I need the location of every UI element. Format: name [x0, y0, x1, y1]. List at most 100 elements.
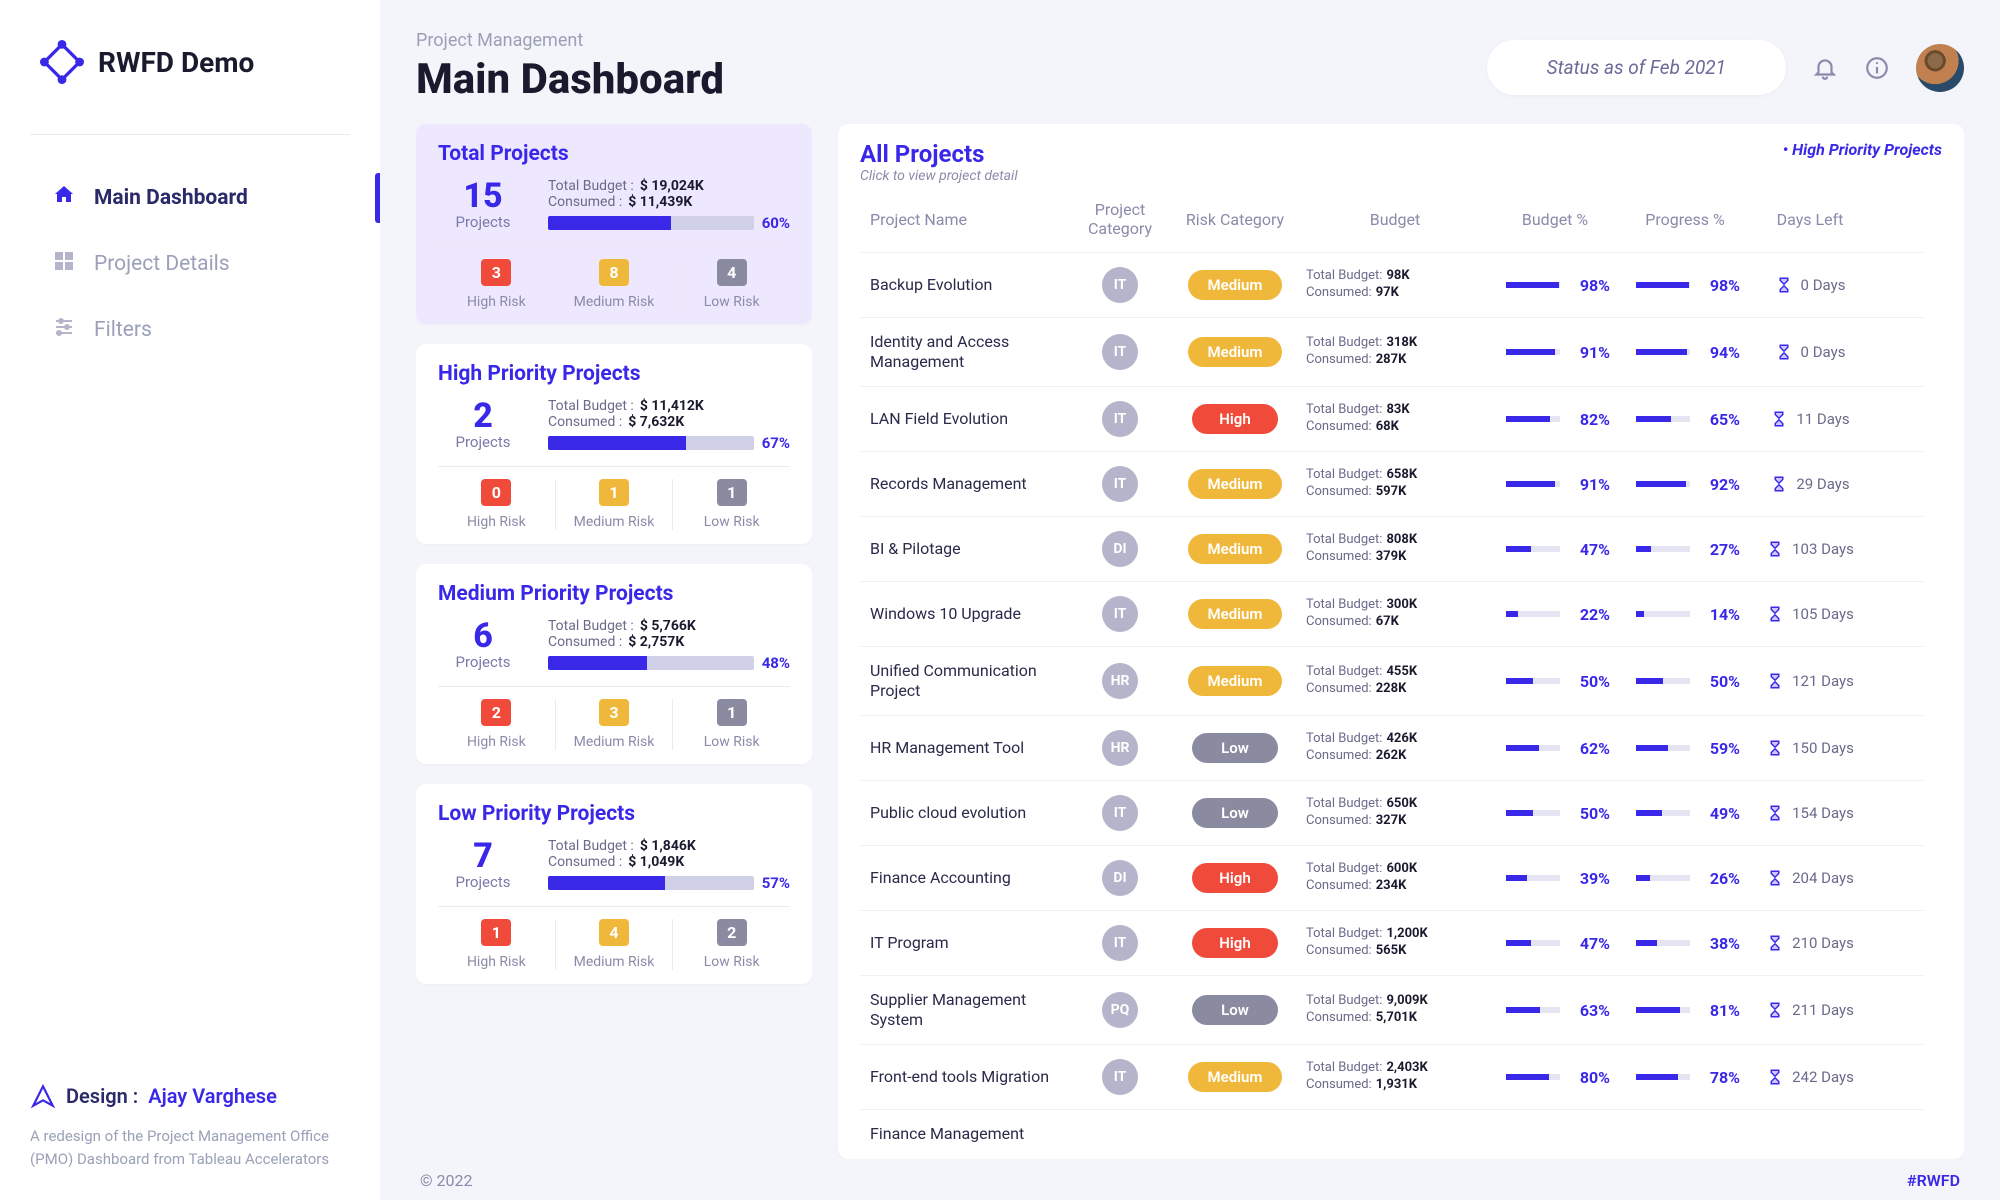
table-row[interactable]: Finance AccountingDIHighTotal Budget:600…: [860, 845, 1924, 910]
risk-cell: Medium: [1170, 1062, 1300, 1092]
risk-cell: Medium: [1170, 599, 1300, 629]
category-pill: PQ: [1102, 992, 1138, 1028]
column-header[interactable]: Project Name: [860, 210, 1070, 229]
category-pill: IT: [1102, 596, 1138, 632]
risk-label: High Risk: [438, 514, 555, 530]
table-row[interactable]: Records ManagementITMediumTotal Budget:6…: [860, 451, 1924, 516]
summary-card-1[interactable]: High Priority Projects2ProjectsTotal Bud…: [416, 344, 812, 544]
footer: © 2022 #RWFD: [416, 1159, 1964, 1190]
category-cell: IT: [1070, 401, 1170, 437]
hourglass-icon: [1766, 605, 1784, 623]
status-pill[interactable]: Status as of Feb 2021: [1487, 40, 1786, 95]
table-row[interactable]: BI & PilotageDIMediumTotal Budget:808KCo…: [860, 516, 1924, 581]
budget-block: Total Budget :$ 1,846KConsumed :$ 1,049K…: [548, 838, 790, 892]
risk-cell: Medium: [1170, 337, 1300, 367]
risk-cell: Low: [1170, 798, 1300, 828]
days-cell: 11 Days: [1750, 410, 1870, 428]
budget-cell: Total Budget:2,403KConsumed:1,931K: [1300, 1060, 1490, 1094]
risk-badge: 3: [599, 699, 629, 726]
risk-badge: 0: [481, 479, 511, 506]
pct-cell: 92%: [1620, 475, 1750, 494]
hourglass-icon: [1766, 739, 1784, 757]
logo-text: RWFD Demo: [98, 46, 254, 79]
copyright: © 2022: [420, 1171, 473, 1190]
table-row[interactable]: Finance Management: [860, 1109, 1924, 1158]
hourglass-icon: [1766, 869, 1784, 887]
designer-name: Ajay Varghese: [148, 1081, 277, 1111]
summary-column: Total Projects15ProjectsTotal Budget :$ …: [416, 124, 812, 1159]
table-row[interactable]: Windows 10 UpgradeITMediumTotal Budget:3…: [860, 581, 1924, 646]
high-priority-link[interactable]: High Priority Projects: [1783, 140, 1942, 159]
pct-cell: 81%: [1620, 1001, 1750, 1020]
sidebar-item-filters[interactable]: Filters: [30, 297, 350, 363]
risk-label: Low Risk: [673, 514, 790, 530]
summary-card-0[interactable]: Total Projects15ProjectsTotal Budget :$ …: [416, 124, 812, 324]
logo[interactable]: RWFD Demo: [30, 40, 350, 84]
hourglass-icon: [1766, 672, 1784, 690]
breadcrumb: Project Management: [416, 30, 724, 51]
table-row[interactable]: Public cloud evolutionITLowTotal Budget:…: [860, 780, 1924, 845]
table-columns: Project NameProject CategoryRisk Categor…: [860, 194, 1942, 252]
sidebar-footer: Design : Ajay Varghese A redesign of the…: [30, 1081, 350, 1170]
risk-label: High Risk: [438, 294, 555, 310]
table-row[interactable]: HR Management ToolHRLowTotal Budget:426K…: [860, 715, 1924, 780]
risk-pill: Medium: [1188, 666, 1283, 696]
table-row[interactable]: Supplier Management SystemPQLowTotal Bud…: [860, 975, 1924, 1044]
column-header[interactable]: Budget %: [1490, 210, 1620, 229]
pct-cell: 49%: [1620, 804, 1750, 823]
table-row[interactable]: Backup EvolutionITMediumTotal Budget:98K…: [860, 252, 1924, 317]
info-icon[interactable]: [1864, 55, 1890, 81]
hourglass-icon: [1766, 804, 1784, 822]
category-cell: IT: [1070, 334, 1170, 370]
card-body: 6ProjectsTotal Budget :$ 5,766KConsumed …: [438, 618, 790, 672]
table-row[interactable]: IT ProgramITHighTotal Budget:1,200KConsu…: [860, 910, 1924, 975]
progress-bar: 57%: [548, 874, 790, 892]
risk-cell-high: 2High Risk: [438, 699, 555, 750]
table-row[interactable]: Identity and Access ManagementITMediumTo…: [860, 317, 1924, 386]
sidebar-item-project-details[interactable]: Project Details: [30, 231, 350, 297]
risk-cell: Medium: [1170, 666, 1300, 696]
design-label: Design :: [66, 1081, 138, 1111]
budget-block: Total Budget :$ 5,766KConsumed :$ 2,757K…: [548, 618, 790, 672]
card-title: Low Priority Projects: [438, 802, 790, 826]
avatar[interactable]: [1916, 44, 1964, 92]
table-header: All Projects Click to view project detai…: [860, 140, 1942, 184]
column-header[interactable]: Progress %: [1620, 210, 1750, 229]
budget-cell: Total Budget:808KConsumed:379K: [1300, 532, 1490, 566]
column-header[interactable]: Days Left: [1750, 210, 1870, 229]
days-cell: 29 Days: [1750, 475, 1870, 493]
budget-cell: Total Budget:600KConsumed:234K: [1300, 861, 1490, 895]
summary-card-2[interactable]: Medium Priority Projects6ProjectsTotal B…: [416, 564, 812, 764]
projects-table-card: All Projects Click to view project detai…: [838, 124, 1964, 1159]
budget-cell: Total Budget:650KConsumed:327K: [1300, 796, 1490, 830]
days-cell: 0 Days: [1750, 276, 1870, 294]
risk-cell-low: 1Low Risk: [672, 699, 790, 750]
risk-cell-high: 3High Risk: [438, 259, 555, 310]
card-body: 15ProjectsTotal Budget :$ 19,024KConsume…: [438, 178, 790, 232]
risk-cell-med: 8Medium Risk: [555, 259, 673, 310]
table-rows[interactable]: Backup EvolutionITMediumTotal Budget:98K…: [860, 252, 1942, 1159]
risk-cell-med: 4Medium Risk: [555, 919, 673, 970]
column-header[interactable]: Budget: [1300, 210, 1490, 229]
category-pill: IT: [1102, 925, 1138, 961]
hourglass-icon: [1770, 475, 1788, 493]
risk-badge: 2: [481, 699, 511, 726]
table-row[interactable]: LAN Field EvolutionITHighTotal Budget:83…: [860, 386, 1924, 451]
sidebar-item-main-dashboard[interactable]: Main Dashboard: [30, 165, 350, 231]
sidebar: RWFD Demo Main DashboardProject DetailsF…: [0, 0, 380, 1200]
nav-icon: [52, 249, 76, 279]
table-row[interactable]: Unified Communication ProjectHRMediumTot…: [860, 646, 1924, 715]
pct-cell: 14%: [1620, 605, 1750, 624]
column-header[interactable]: Risk Category: [1170, 210, 1300, 229]
column-header[interactable]: Project Category: [1070, 200, 1170, 238]
risk-cell-med: 1Medium Risk: [555, 479, 673, 530]
table-row[interactable]: Front-end tools MigrationITMediumTotal B…: [860, 1044, 1924, 1109]
card-body: 7ProjectsTotal Budget :$ 1,846KConsumed …: [438, 838, 790, 892]
project-name: BI & Pilotage: [860, 539, 1070, 559]
category-cell: IT: [1070, 925, 1170, 961]
card-title: High Priority Projects: [438, 362, 790, 386]
table-title: All Projects: [860, 140, 1018, 168]
summary-card-3[interactable]: Low Priority Projects 7ProjectsTotal Budg…: [416, 784, 812, 984]
bell-icon[interactable]: [1812, 55, 1838, 81]
project-name: LAN Field Evolution: [860, 409, 1070, 429]
